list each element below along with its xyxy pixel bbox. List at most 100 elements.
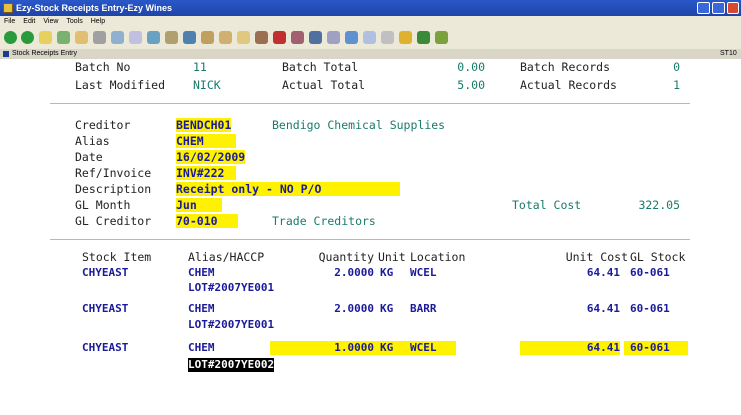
gl-month-field[interactable]: Jun <box>176 198 222 212</box>
row3-unit[interactable]: KG <box>374 341 404 355</box>
row2-lot[interactable]: LOT#2007YE001 <box>188 318 274 332</box>
creditor-label: Creditor <box>75 118 131 132</box>
back-icon[interactable] <box>4 31 17 44</box>
gl-creditor-label: GL Creditor <box>75 214 152 228</box>
row3-quantity[interactable]: 1.0000 <box>270 341 374 355</box>
edit-icon[interactable] <box>165 31 178 44</box>
print-icon[interactable] <box>93 31 106 44</box>
batch-total-value: 0.00 <box>457 60 485 74</box>
refresh-icon[interactable] <box>57 31 70 44</box>
bottle-icon[interactable] <box>435 31 448 44</box>
divider <box>50 239 690 240</box>
form-code: ST10 <box>720 50 737 57</box>
actual-records-value: 1 <box>673 78 680 92</box>
row3-alias[interactable]: CHEM <box>188 341 215 355</box>
batch-no-value: 11 <box>193 60 207 74</box>
ref-invoice-field[interactable]: INV#222 <box>176 166 236 180</box>
save-icon[interactable] <box>183 31 196 44</box>
row2-quantity[interactable]: 2.0000 <box>306 302 374 316</box>
disk-icon[interactable] <box>309 31 322 44</box>
gl-creditor-field[interactable]: 70-010 <box>176 214 238 228</box>
row2-stock-item[interactable]: CHYEAST <box>82 302 128 316</box>
help-icon[interactable] <box>345 31 358 44</box>
ref-invoice-label: Ref/Invoice <box>75 166 152 180</box>
row1-gl-stock[interactable]: 60-061 <box>630 266 670 280</box>
filter-icon[interactable] <box>291 31 304 44</box>
row1-unit-cost[interactable]: 64.41 <box>560 266 620 280</box>
app-icon <box>3 3 13 13</box>
toolbar <box>0 27 741 50</box>
row3-gl-stock[interactable]: 60-061 <box>624 341 688 355</box>
info-icon[interactable] <box>363 31 376 44</box>
row2-location[interactable]: BARR <box>410 302 437 316</box>
calendar-icon[interactable] <box>129 31 142 44</box>
settings-icon[interactable] <box>327 31 340 44</box>
row1-stock-item[interactable]: CHYEAST <box>82 266 128 280</box>
close-button[interactable] <box>727 2 739 14</box>
row1-location[interactable]: WCEL <box>410 266 437 280</box>
cut-icon[interactable] <box>201 31 214 44</box>
user-icon[interactable] <box>255 31 268 44</box>
child-window-title: Stock Receipts Entry <box>12 50 77 57</box>
row1-alias[interactable]: CHEM <box>188 266 215 280</box>
window-titlebar: Ezy-Stock Receipts Entry-Ezy Wines <box>0 0 741 16</box>
menu-file[interactable]: File <box>4 18 15 25</box>
alias-field[interactable]: CHEM <box>176 134 236 148</box>
col-quantity: Quantity <box>318 250 374 264</box>
col-unit: Unit <box>378 250 406 264</box>
open-icon[interactable] <box>75 31 88 44</box>
row3-location[interactable]: WCEL <box>404 341 456 355</box>
alias-label: Alias <box>75 134 110 148</box>
row2-alias[interactable]: CHEM <box>188 302 215 316</box>
col-alias-haccp: Alias/HACCP <box>188 250 265 264</box>
forward-icon[interactable] <box>21 31 34 44</box>
divider <box>50 103 690 104</box>
last-modified-value: NICK <box>193 78 221 92</box>
row2-unit[interactable]: KG <box>380 302 393 316</box>
chart-icon[interactable] <box>273 31 286 44</box>
total-cost-label: Total Cost <box>512 198 582 212</box>
date-label: Date <box>75 150 103 164</box>
box-icon[interactable] <box>399 31 412 44</box>
menu-view[interactable]: View <box>43 18 58 25</box>
maximize-button[interactable] <box>712 2 725 14</box>
batch-records-label: Batch Records <box>520 60 611 74</box>
row3-stock-item[interactable]: CHYEAST <box>82 341 128 355</box>
row2-unit-cost[interactable]: 64.41 <box>560 302 620 316</box>
col-stock-item: Stock Item <box>82 250 152 264</box>
actual-total-label: Actual Total <box>282 78 366 92</box>
description-label: Description <box>75 182 152 196</box>
row1-quantity[interactable]: 2.0000 <box>306 266 374 280</box>
col-gl-stock: GL Stock <box>630 250 686 264</box>
menu-tools[interactable]: Tools <box>66 18 82 25</box>
creditor-field[interactable]: BENDCH01 <box>176 118 232 132</box>
search-icon[interactable] <box>111 31 124 44</box>
menu-edit[interactable]: Edit <box>23 18 35 25</box>
description-field[interactable]: Receipt only - NO P/O <box>176 182 400 196</box>
paste-icon[interactable] <box>237 31 250 44</box>
form-icon <box>3 51 9 57</box>
col-unit-cost: Unit Cost <box>565 250 628 264</box>
creditor-name: Bendigo Chemical Supplies <box>272 118 446 132</box>
window-title: Ezy-Stock Receipts Entry-Ezy Wines <box>16 3 172 13</box>
batch-records-value: 0 <box>673 60 680 74</box>
copy-icon[interactable] <box>219 31 232 44</box>
row3-unit-cost[interactable]: 64.41 <box>520 341 620 355</box>
grapes-icon[interactable] <box>417 31 430 44</box>
report-icon[interactable] <box>147 31 160 44</box>
actual-records-label: Actual Records <box>520 78 617 92</box>
tools-icon[interactable] <box>381 31 394 44</box>
child-window-titlebar: Stock Receipts Entry ST10 <box>0 49 741 59</box>
gl-creditor-name: Trade Creditors <box>272 214 376 228</box>
minimize-button[interactable] <box>697 2 710 14</box>
total-cost-value: 322.05 <box>638 198 680 212</box>
batch-total-label: Batch Total <box>282 60 359 74</box>
row2-gl-stock[interactable]: 60-061 <box>630 302 670 316</box>
menu-help[interactable]: Help <box>91 18 105 25</box>
new-icon[interactable] <box>39 31 52 44</box>
date-field[interactable]: 16/02/2009 <box>176 150 246 164</box>
row1-unit[interactable]: KG <box>380 266 393 280</box>
row3-lot-selected[interactable]: LOT#2007YE002 <box>188 358 275 372</box>
row1-lot[interactable]: LOT#2007YE001 <box>188 281 274 295</box>
menu-bar: File Edit View Tools Help <box>0 16 741 27</box>
